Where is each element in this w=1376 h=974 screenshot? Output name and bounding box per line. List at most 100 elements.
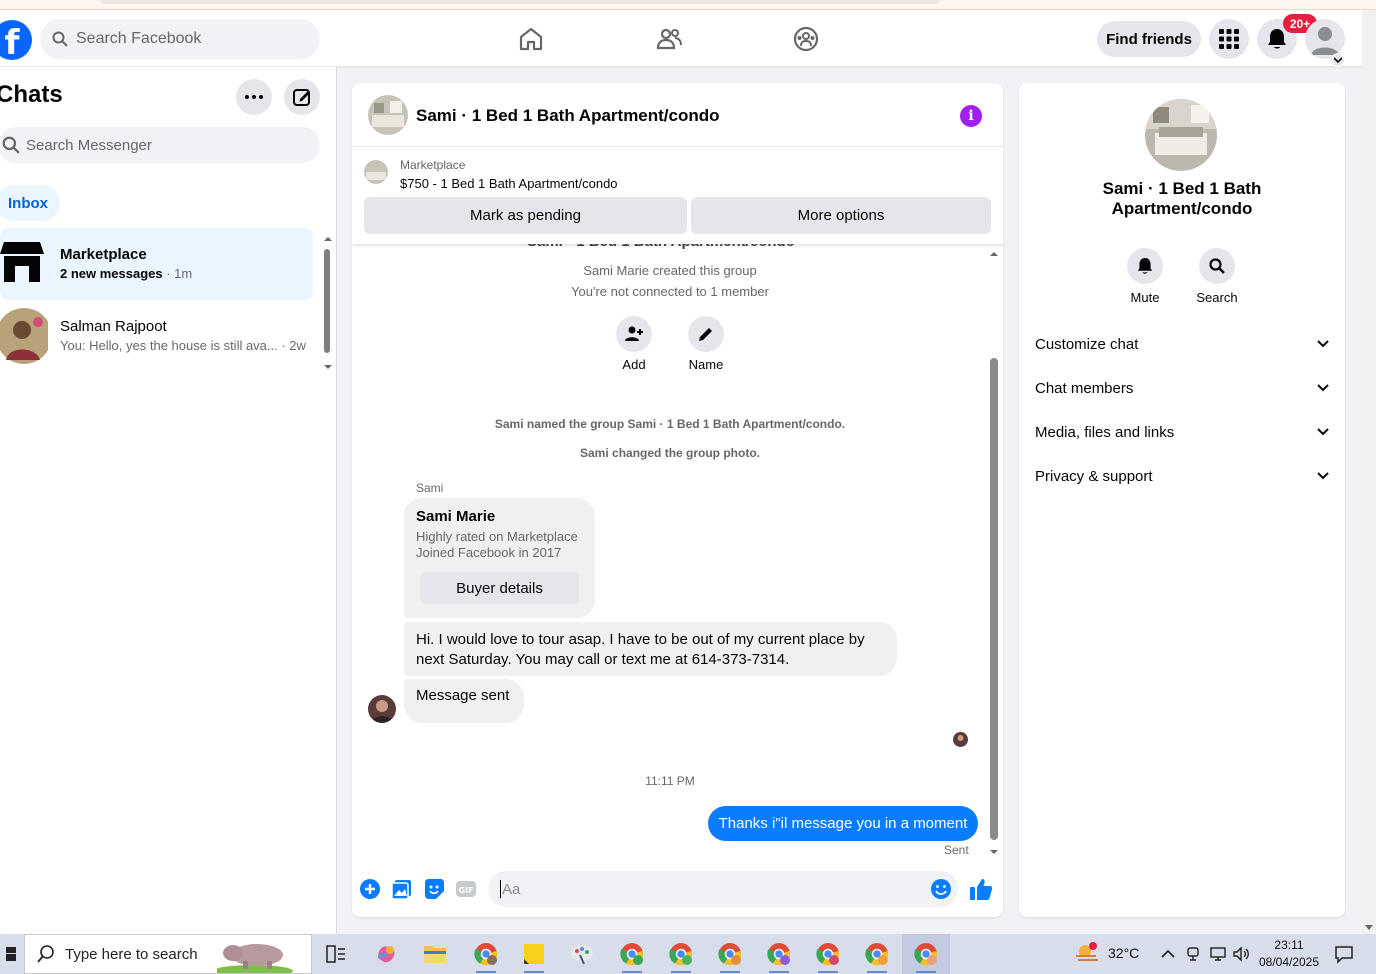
notification-center-icon[interactable] xyxy=(1334,944,1354,964)
network-icon[interactable] xyxy=(1209,946,1227,962)
search-action[interactable]: Search xyxy=(1181,248,1253,305)
chrome-profile-icon[interactable] xyxy=(861,938,893,973)
file-explorer-icon[interactable] xyxy=(419,938,451,970)
chat-preview: 2 new messages · 1m xyxy=(60,266,192,281)
new-message-button[interactable] xyxy=(284,79,320,115)
mute-action[interactable]: Mute xyxy=(1109,248,1181,305)
bell-icon xyxy=(1137,258,1153,274)
section-label: Media, files and links xyxy=(1035,423,1175,441)
groups-icon[interactable] xyxy=(792,25,820,53)
chevron-down-icon xyxy=(1317,428,1329,436)
facebook-logo-icon[interactable]: f xyxy=(0,20,32,60)
message-input[interactable]: Aa xyxy=(488,871,958,907)
taskbar-search-placeholder: Type here to search xyxy=(65,945,198,963)
chats-scrollbar[interactable] xyxy=(322,237,334,369)
volume-icon[interactable] xyxy=(1232,946,1250,962)
chevron-down-icon[interactable] xyxy=(1331,53,1345,67)
search-icon xyxy=(52,31,68,47)
section-privacy-support[interactable]: Privacy & support xyxy=(1019,454,1345,498)
thumbs-up-icon[interactable] xyxy=(968,876,994,902)
listing-price[interactable]: $750 - 1 Bed 1 Bath Apartment/condo xyxy=(400,176,618,191)
salman-avatar xyxy=(0,308,52,364)
chat-info-panel: Sami · 1 Bed 1 Bath Apartment/condo Mute… xyxy=(1019,83,1345,917)
section-label: Chat members xyxy=(1035,379,1134,397)
chats-options-button[interactable] xyxy=(236,79,272,115)
section-chat-members[interactable]: Chat members xyxy=(1019,366,1345,410)
facebook-header: f Search Facebook Find friends 20+ xyxy=(0,10,1362,67)
chat-item-salman-rajpoot[interactable]: Salman Rajpoot You: Hello, yes the house… xyxy=(0,300,313,372)
chat-time: · 1m xyxy=(162,266,193,281)
chrome-profile-icon[interactable] xyxy=(470,938,502,973)
svg-text:GIF: GIF xyxy=(458,886,473,895)
outgoing-message[interactable]: Thanks i"il message you in a moment xyxy=(708,806,978,841)
tab-inbox[interactable]: Inbox xyxy=(0,185,60,221)
not-connected-text: You're not connected to 1 member xyxy=(571,284,769,299)
system-clock[interactable]: 23:11 08/04/2025 xyxy=(1254,937,1324,971)
incoming-message[interactable]: Hi. I would love to tour asap. I have to… xyxy=(404,622,897,676)
sticky-notes-icon[interactable] xyxy=(518,938,550,973)
conversation-panel: Sami · 1 Bed 1 Bath Apartment/condo i Ma… xyxy=(352,83,1003,917)
group-photo-large[interactable] xyxy=(1145,99,1217,171)
find-friends-button[interactable]: Find friends xyxy=(1097,21,1201,57)
buyer-joined: Joined Facebook in 2017 xyxy=(416,545,562,560)
messenger-search-placeholder: Search Messenger xyxy=(26,136,152,154)
friends-icon[interactable] xyxy=(655,25,683,53)
facebook-search-input[interactable]: Search Facebook xyxy=(40,19,320,59)
section-label: Customize chat xyxy=(1035,335,1139,353)
section-media-files-links[interactable]: Media, files and links xyxy=(1019,410,1345,454)
grid-icon xyxy=(1219,29,1239,49)
conversation-title[interactable]: Sami · 1 Bed 1 Bath Apartment/condo xyxy=(416,106,720,126)
buyer-name: Sami Marie xyxy=(416,508,496,525)
chat-preview: You: Hello, yes the house is still ava..… xyxy=(60,338,306,353)
add-person-icon xyxy=(625,326,643,341)
mark-as-pending-button[interactable]: Mark as pending xyxy=(364,197,687,234)
sent-status: Sent xyxy=(944,843,969,857)
task-view-icon[interactable] xyxy=(326,945,346,963)
meet-now-icon[interactable] xyxy=(1186,946,1200,962)
browser-top-strip xyxy=(0,0,1376,10)
sender-avatar[interactable] xyxy=(368,695,396,723)
listing-thumbnail[interactable] xyxy=(364,160,388,184)
search-icon xyxy=(1209,258,1225,274)
photo-icon[interactable] xyxy=(390,877,414,901)
created-group-text: Sami Marie created this group xyxy=(583,263,757,278)
page-scrollbar[interactable] xyxy=(1362,10,1376,934)
plus-circle-icon[interactable] xyxy=(358,877,382,901)
chat-name: Marketplace xyxy=(60,246,147,263)
menu-grid-button[interactable] xyxy=(1209,19,1249,59)
chrome-profile-icon[interactable] xyxy=(763,938,795,973)
chrome-profile-icon[interactable] xyxy=(616,938,648,973)
message-timestamp: 11:11 PM xyxy=(645,774,695,788)
messenger-search-input[interactable]: Search Messenger xyxy=(0,127,320,163)
weather-widget[interactable]: 32°C xyxy=(1074,942,1139,964)
clock-time: 23:11 xyxy=(1274,938,1304,952)
group-photo-event: Sami changed the group photo. xyxy=(580,446,760,460)
emoji-icon[interactable] xyxy=(930,878,952,900)
chrome-profile-icon[interactable] xyxy=(665,938,697,973)
group-photo[interactable] xyxy=(368,95,408,135)
add-member-action[interactable] xyxy=(616,316,652,352)
windows-start-icon[interactable] xyxy=(0,934,22,974)
chrome-profile-icon[interactable] xyxy=(714,938,746,973)
taskbar-search-input[interactable]: Type here to search xyxy=(24,934,312,974)
chrome-profile-icon[interactable] xyxy=(812,938,844,973)
copilot-icon[interactable] xyxy=(370,938,402,970)
chat-preview-text: 2 new messages xyxy=(60,266,163,281)
conversation-scrollbar[interactable] xyxy=(987,246,1001,856)
buyer-details-button[interactable]: Buyer details xyxy=(420,572,579,604)
mute-label: Mute xyxy=(1130,290,1160,305)
weather-icon xyxy=(1076,942,1098,961)
gif-icon[interactable]: GIF xyxy=(454,877,478,901)
section-customize-chat[interactable]: Customize chat xyxy=(1019,322,1345,366)
search-icon xyxy=(37,945,54,963)
chat-item-marketplace[interactable]: Marketplace 2 new messages · 1m xyxy=(0,228,313,300)
chrome-profile-icon[interactable] xyxy=(910,938,942,973)
sticker-icon[interactable] xyxy=(422,877,446,901)
name-group-action[interactable] xyxy=(688,316,724,352)
more-options-button[interactable]: More options xyxy=(691,197,991,234)
home-icon[interactable] xyxy=(517,25,545,53)
chevron-up-icon[interactable] xyxy=(1161,949,1175,959)
info-icon[interactable]: i xyxy=(960,105,982,127)
incoming-message[interactable]: Message sent xyxy=(404,679,524,723)
paint-icon[interactable] xyxy=(566,938,598,970)
